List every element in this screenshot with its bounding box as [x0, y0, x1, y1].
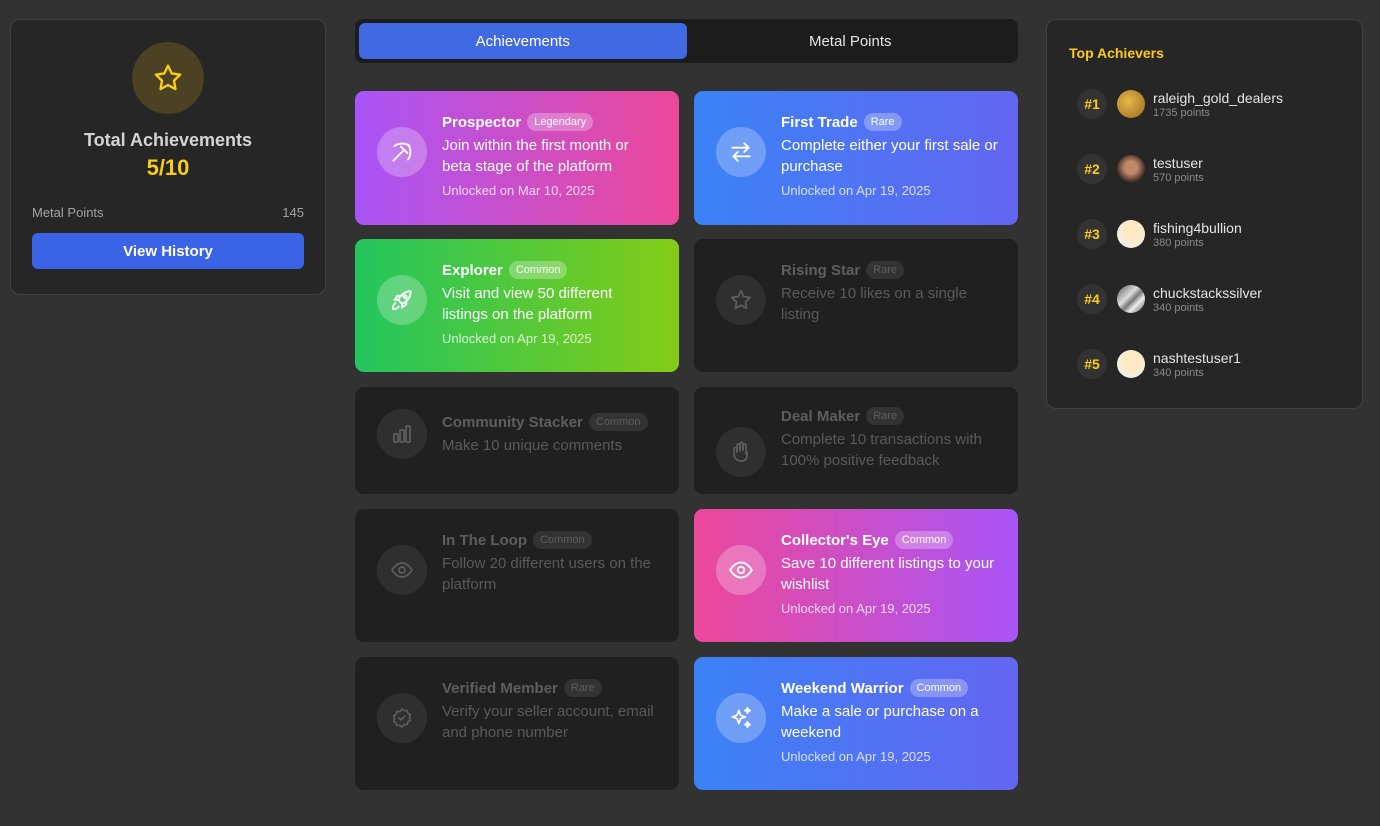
rarity-badge: Common [508, 261, 568, 279]
leader-points: 340 points [1153, 366, 1204, 379]
summary-title: Total Achievements [83, 130, 253, 150]
achievement-description: Verify your seller account, email and ph… [442, 703, 654, 741]
leader-row[interactable]: #1 raleigh_gold_dealers 1735 points [1069, 82, 1340, 126]
leader-row[interactable]: #2 testuser 570 points [1069, 147, 1340, 191]
achievement-card-weekend-warrior[interactable]: Weekend Warrior Common Make a sale or pu… [694, 657, 1018, 790]
achievement-description: Make a sale or purchase on a weekend [781, 703, 979, 741]
rarity-badge: Legendary [527, 113, 594, 131]
achievement-title: Collector's Eye [781, 531, 889, 549]
leader-points: 1735 points [1153, 106, 1210, 119]
bar-chart-icon [377, 409, 427, 459]
rocket-icon [377, 275, 427, 325]
achievement-card-rising-star[interactable]: Rising Star Rare Receive 10 likes on a s… [694, 239, 1018, 372]
leader-name: testuser [1153, 154, 1203, 171]
achievement-description: Complete either your first sale or purch… [781, 137, 998, 175]
achievement-description: Complete 10 transactions with 100% posit… [781, 431, 982, 469]
rarity-badge: Common [909, 679, 969, 697]
rarity-badge: Rare [863, 113, 902, 131]
pickaxe-icon [377, 127, 427, 177]
achievement-description: Receive 10 likes on a single listing [781, 285, 967, 323]
achievement-title: Deal Maker [781, 407, 861, 425]
rarity-badge: Common [532, 531, 592, 549]
achievement-card-first-trade[interactable]: First Trade Rare Complete either your fi… [694, 91, 1018, 225]
star-icon [716, 275, 766, 325]
tab-bar: Achievements Metal Points [355, 19, 1018, 63]
unlock-date: Unlocked on Apr 19, 2025 [781, 749, 931, 764]
leader-name: nashtestuser1 [1153, 349, 1241, 366]
leader-points: 380 points [1153, 236, 1204, 249]
rarity-badge: Rare [866, 407, 905, 425]
rank-badge: #4 [1077, 284, 1107, 314]
avatar [1117, 155, 1145, 183]
achievement-title: Explorer [442, 261, 503, 279]
achievement-title: Weekend Warrior [781, 679, 904, 697]
achievement-card-deal-maker[interactable]: Deal Maker Rare Complete 10 transactions… [694, 387, 1018, 494]
rarity-badge: Rare [563, 679, 602, 697]
rank-badge: #1 [1077, 89, 1107, 119]
avatar [1117, 90, 1145, 118]
rank-badge: #5 [1077, 349, 1107, 379]
tab-achievements[interactable]: Achievements [359, 23, 687, 59]
star-icon [132, 42, 204, 114]
metal-points-label: Metal Points [32, 205, 104, 220]
rank-badge: #3 [1077, 219, 1107, 249]
swap-arrows-icon [716, 127, 766, 177]
rarity-badge: Common [588, 413, 648, 431]
unlock-date: Unlocked on Apr 19, 2025 [442, 331, 592, 346]
achievement-card-explorer[interactable]: Explorer Common Visit and view 50 differ… [355, 239, 679, 372]
verified-badge-icon [377, 693, 427, 743]
top-achievers-title: Top Achievers [1069, 45, 1164, 61]
achievement-description: Visit and view 50 different listings on … [442, 285, 613, 323]
achievement-description: Make 10 unique comments [442, 437, 623, 454]
achievement-title: Rising Star [781, 261, 861, 279]
leader-name: raleigh_gold_dealers [1153, 89, 1283, 106]
achievement-title: In The Loop [442, 531, 527, 549]
achievement-description: Save 10 different listings to your wishl… [781, 555, 995, 593]
rarity-badge: Rare [866, 261, 905, 279]
rank-badge: #2 [1077, 154, 1107, 184]
top-achievers-panel: Top Achievers #1 raleigh_gold_dealers 17… [1046, 19, 1363, 409]
eye-icon [716, 545, 766, 595]
achievement-count: 5/10 [146, 155, 190, 180]
leader-row[interactable]: #4 chuckstackssilver 340 points [1069, 277, 1340, 321]
achievements-summary-card: Total Achievements 5/10 Metal Points 145… [10, 19, 326, 295]
achievement-title: Community Stacker [442, 413, 583, 431]
metal-points-row: Metal Points 145 [32, 205, 304, 220]
achievement-card-in-the-loop[interactable]: In The Loop Common Follow 20 different u… [355, 509, 679, 642]
achievement-card-prospector[interactable]: Prospector Legendary Join within the fir… [355, 91, 679, 225]
leader-row[interactable]: #5 nashtestuser1 340 points [1069, 342, 1340, 386]
avatar [1117, 350, 1145, 378]
metal-points-value: 145 [282, 205, 304, 220]
rarity-badge: Common [894, 531, 954, 549]
achievement-card-collectors-eye[interactable]: Collector's Eye Common Save 10 different… [694, 509, 1018, 642]
tab-metal-points[interactable]: Metal Points [687, 23, 1015, 59]
sparkles-icon [716, 693, 766, 743]
achievement-description: Join within the first month or beta stag… [442, 137, 629, 175]
achievement-description: Follow 20 different users on the platfor… [442, 555, 652, 593]
eye-icon [377, 545, 427, 595]
achievement-card-verified-member[interactable]: Verified Member Rare Verify your seller … [355, 657, 679, 790]
avatar [1117, 220, 1145, 248]
achievement-title: Verified Member [442, 679, 558, 697]
achievement-card-community-stacker[interactable]: Community Stacker Common Make 10 unique … [355, 387, 679, 494]
achievement-title: Prospector [442, 113, 522, 131]
hand-icon [716, 427, 766, 477]
view-history-button[interactable]: View History [32, 233, 304, 269]
achievement-title: First Trade [781, 113, 858, 131]
avatar [1117, 285, 1145, 313]
unlock-date: Unlocked on Apr 19, 2025 [781, 601, 931, 616]
unlock-date: Unlocked on Apr 19, 2025 [781, 183, 931, 198]
leader-name: fishing4bullion [1153, 219, 1242, 236]
leader-row[interactable]: #3 fishing4bullion 380 points [1069, 212, 1340, 256]
leader-points: 340 points [1153, 301, 1204, 314]
unlock-date: Unlocked on Mar 10, 2025 [442, 183, 595, 198]
leader-points: 570 points [1153, 171, 1204, 184]
leader-name: chuckstackssilver [1153, 284, 1262, 301]
achievements-page: Total Achievements 5/10 Metal Points 145… [0, 0, 1380, 826]
